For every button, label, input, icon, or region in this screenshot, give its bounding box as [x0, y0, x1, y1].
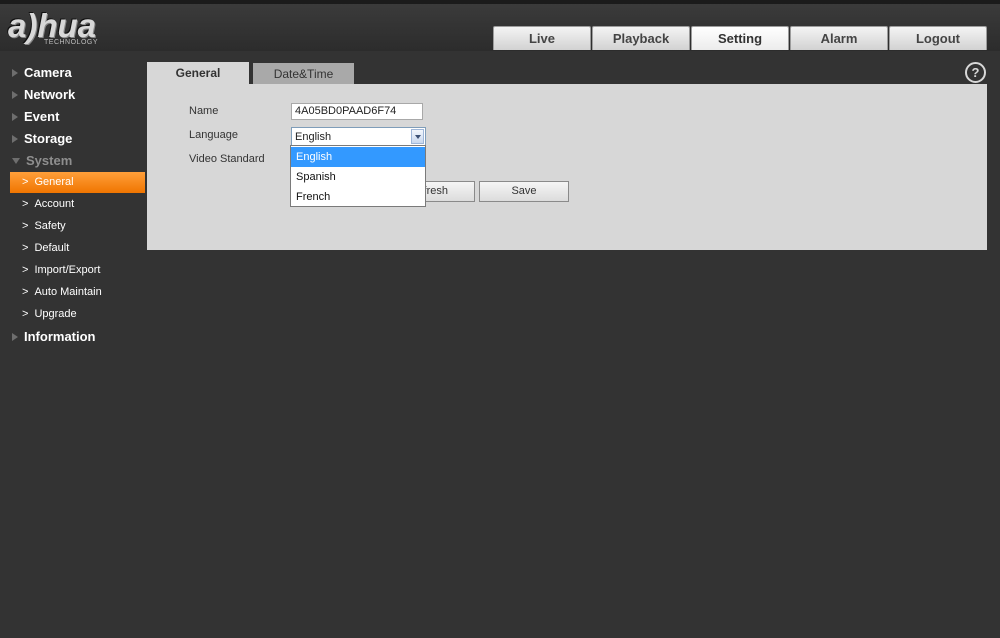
- nav-tab-live[interactable]: Live: [493, 26, 591, 50]
- sidebar-section-event[interactable]: Event: [12, 108, 59, 126]
- chevron-right-icon: >: [22, 308, 29, 320]
- top-header: a)hua TECHNOLOGY Live Playback Setting A…: [0, 0, 1000, 51]
- sidebar-section-label: Network: [24, 87, 76, 102]
- language-option[interactable]: English: [291, 147, 425, 167]
- sidebar-section-label: Camera: [24, 65, 72, 80]
- chevron-right-icon: >: [22, 198, 29, 210]
- sidebar-item-upgrade[interactable]: > Upgrade: [10, 304, 145, 325]
- collapsed-arrow-icon: [12, 332, 18, 341]
- sidebar-item-label: Account: [34, 198, 75, 210]
- nav-tab-logout[interactable]: Logout: [889, 26, 987, 50]
- sidebar-section-information[interactable]: Information: [12, 328, 96, 346]
- header-top-line: [0, 0, 1000, 4]
- sidebar-section-label: Event: [24, 109, 60, 124]
- name-input[interactable]: [291, 103, 423, 120]
- sidebar-item-default[interactable]: > Default: [10, 238, 145, 259]
- name-label: Name: [189, 105, 219, 117]
- sidebar-section-label: Information: [24, 329, 96, 344]
- general-settings-panel: [147, 84, 987, 250]
- save-button[interactable]: Save: [479, 181, 569, 202]
- nav-tab-alarm[interactable]: Alarm: [790, 26, 888, 50]
- collapsed-arrow-icon: [12, 68, 18, 77]
- language-label: Language: [189, 129, 238, 141]
- collapsed-arrow-icon: [12, 112, 18, 121]
- chevron-right-icon: >: [22, 220, 29, 232]
- chevron-right-icon: >: [22, 286, 29, 298]
- expanded-arrow-icon: [12, 157, 20, 164]
- dahua-logo: a)hua TECHNOLOGY: [8, 8, 138, 48]
- sidebar-item-label: Import/Export: [34, 264, 101, 276]
- sidebar-section-camera[interactable]: Camera: [12, 64, 72, 82]
- dropdown-arrow-icon[interactable]: [411, 129, 424, 144]
- language-selected-value: English: [295, 131, 332, 143]
- sidebar-item-label: Auto Maintain: [34, 286, 102, 298]
- sidebar-item-label: Upgrade: [34, 308, 77, 320]
- sidebar-section-label: Storage: [24, 131, 73, 146]
- sidebar-item-general[interactable]: > General: [10, 172, 145, 193]
- language-dropdown-list: English Spanish French: [290, 145, 426, 207]
- video-standard-label: Video Standard: [189, 153, 265, 165]
- chevron-right-icon: >: [22, 176, 29, 188]
- sidebar-item-auto-maintain[interactable]: > Auto Maintain: [10, 282, 145, 303]
- chevron-right-icon: >: [22, 242, 29, 254]
- language-option[interactable]: Spanish: [291, 167, 425, 187]
- sidebar-item-account[interactable]: > Account: [10, 194, 145, 215]
- sidebar-section-label: System: [26, 153, 73, 168]
- sidebar-item-safety[interactable]: > Safety: [10, 216, 145, 237]
- sidebar-section-network[interactable]: Network: [12, 86, 75, 104]
- tab-date-time[interactable]: Date&Time: [253, 63, 354, 84]
- nav-tab-playback[interactable]: Playback: [592, 26, 690, 50]
- language-option[interactable]: French: [291, 187, 425, 207]
- sidebar-item-label: General: [34, 176, 74, 188]
- collapsed-arrow-icon: [12, 134, 18, 143]
- nav-tab-setting[interactable]: Setting: [691, 26, 789, 50]
- chevron-right-icon: >: [22, 264, 29, 276]
- language-select[interactable]: English: [291, 127, 426, 146]
- sidebar-item-import-export[interactable]: > Import/Export: [10, 260, 145, 281]
- sidebar-section-system[interactable]: System: [12, 152, 72, 170]
- sidebar-item-label: Default: [34, 242, 70, 254]
- logo-tagline: TECHNOLOGY: [44, 39, 99, 46]
- help-icon[interactable]: ?: [965, 62, 986, 83]
- sidebar-item-label: Safety: [34, 220, 66, 232]
- collapsed-arrow-icon: [12, 90, 18, 99]
- sidebar-section-storage[interactable]: Storage: [12, 130, 72, 148]
- tab-general[interactable]: General: [147, 62, 249, 84]
